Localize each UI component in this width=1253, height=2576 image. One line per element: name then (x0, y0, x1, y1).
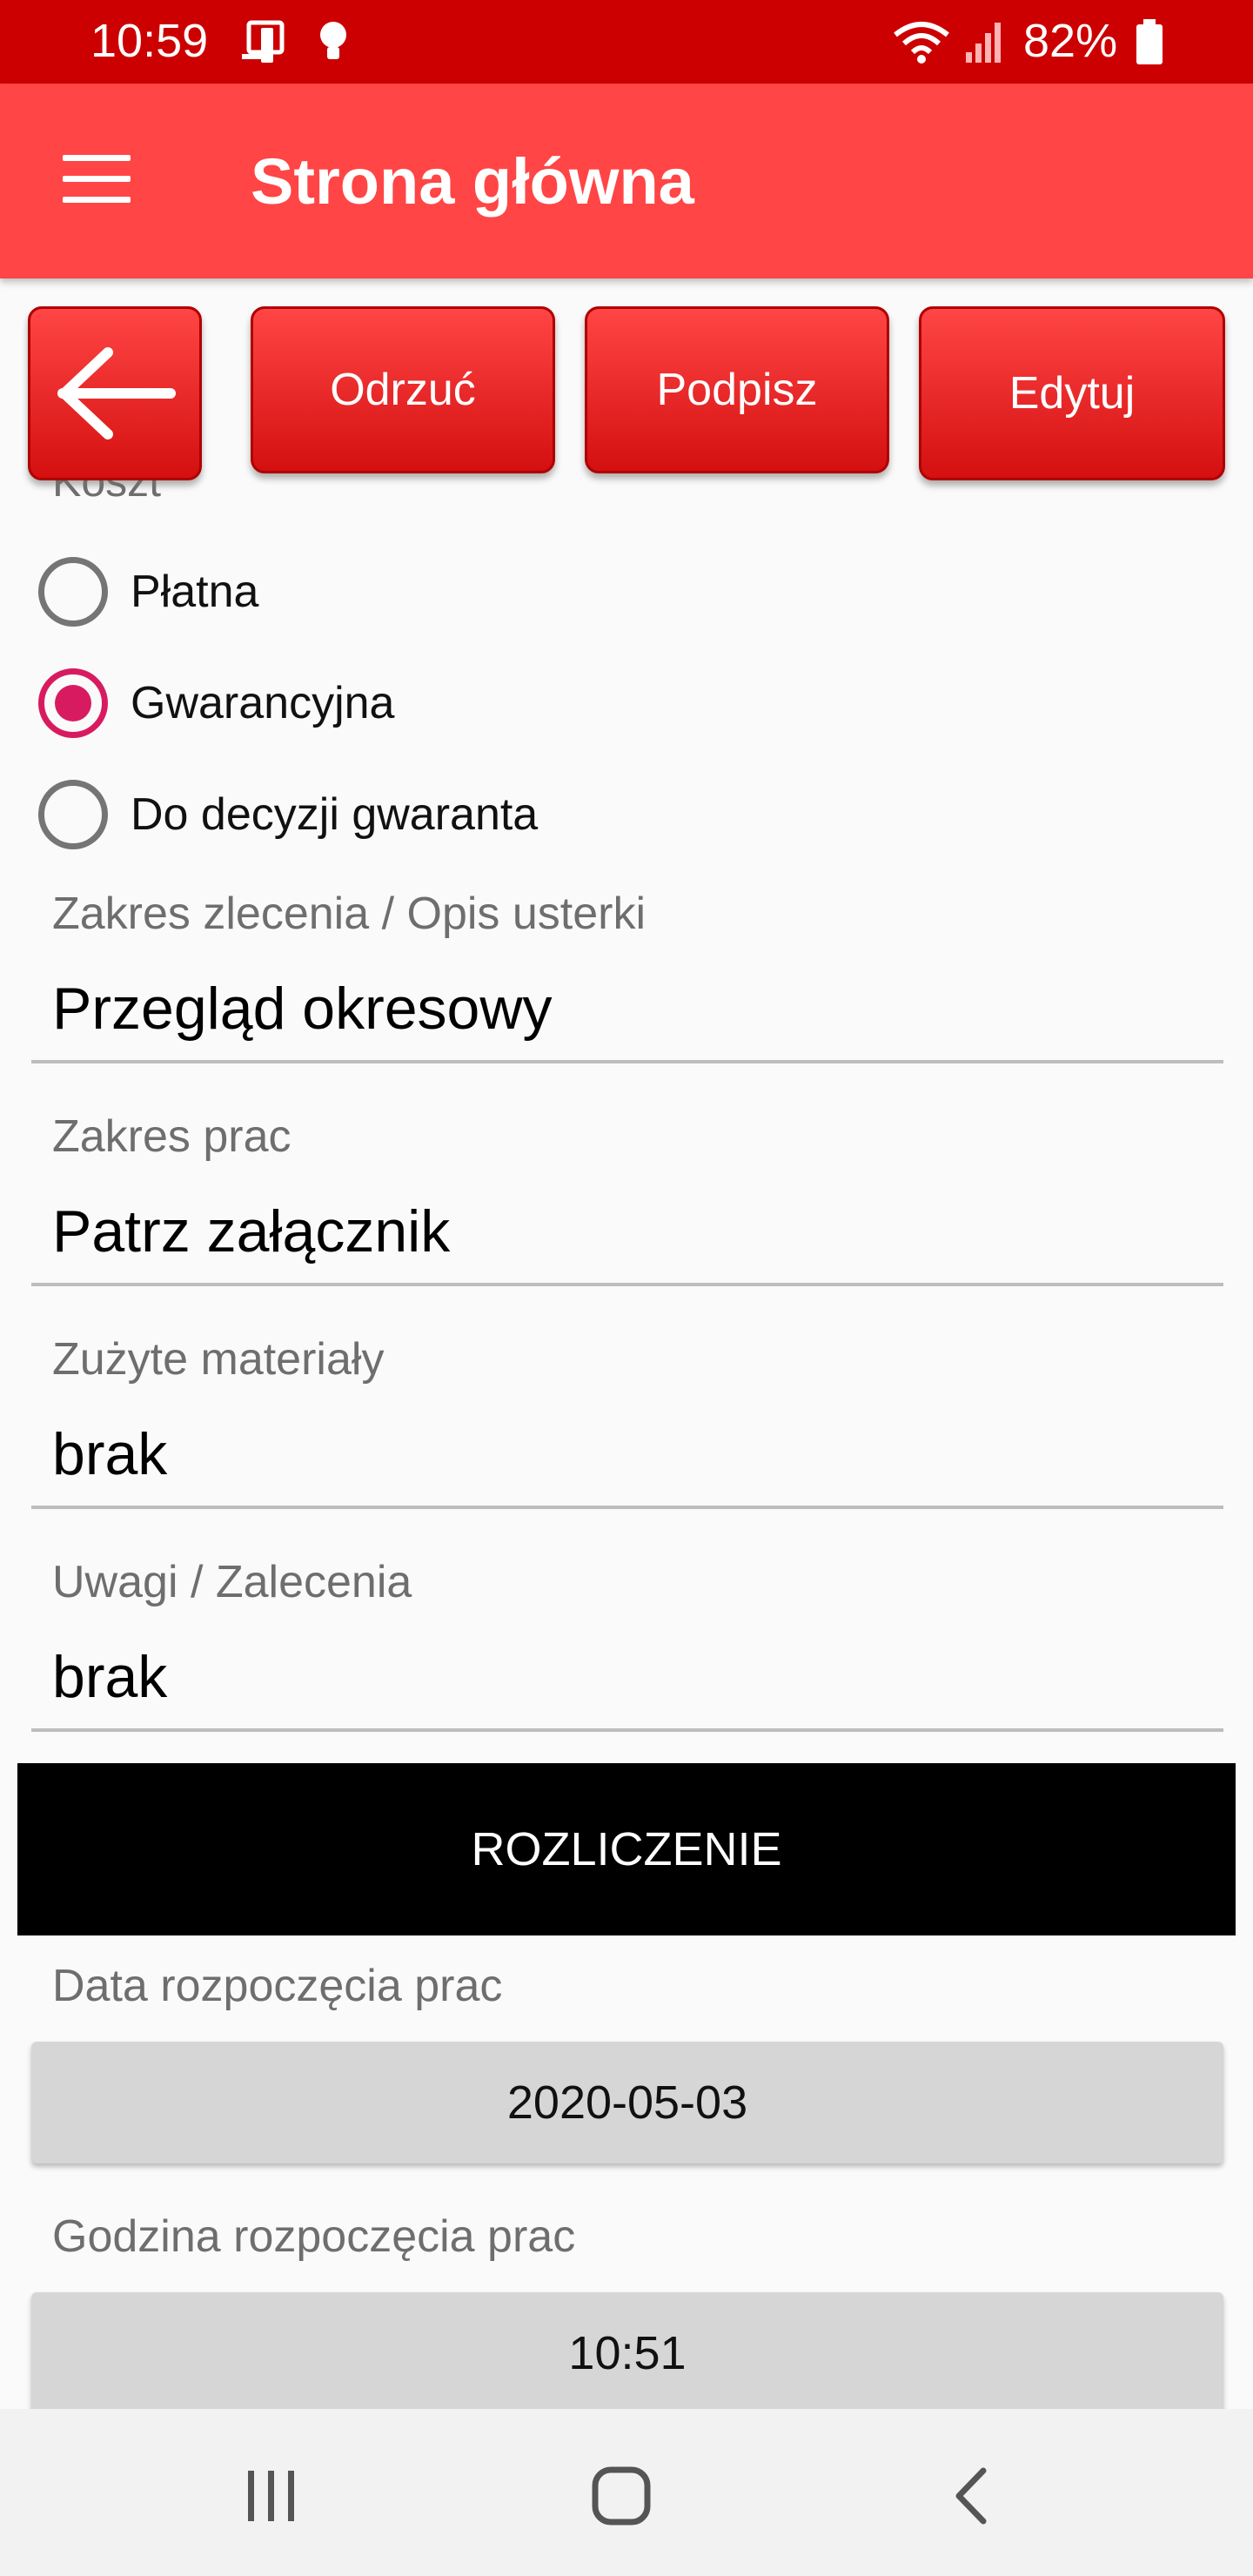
page-title: Strona główna (251, 145, 694, 218)
radio-option-warranty[interactable]: Gwarancyjna (38, 661, 394, 745)
radio-option-paid[interactable]: Płatna (38, 550, 258, 634)
arrow-left-icon (57, 347, 176, 439)
field-underline (31, 1060, 1223, 1063)
settlement-section-header: ROZLICZENIE (17, 1763, 1236, 1935)
field-label: Zakres zlecenia / Opis usterki (52, 889, 647, 939)
field-underline (31, 1506, 1223, 1509)
home-icon[interactable] (569, 2444, 673, 2548)
radio-label: Do decyzji gwaranta (131, 789, 539, 840)
remarks-field[interactable]: Uwagi / Zalecenia brak (31, 1556, 1223, 1732)
field-label: Uwagi / Zalecenia (52, 1557, 412, 1607)
radio-label: Płatna (131, 567, 259, 617)
back-chevron-icon[interactable] (919, 2444, 1023, 2548)
wifi-icon (894, 22, 949, 64)
radio-button[interactable] (38, 557, 108, 627)
start-time-picker[interactable]: 10:51 (31, 2292, 1223, 2414)
navigation-bar (0, 2409, 1253, 2576)
app-bar: Strona główna (0, 84, 1253, 278)
radio-label: Gwarancyjna (131, 678, 395, 728)
start-date-picker[interactable]: 2020-05-03 (31, 2042, 1223, 2163)
radio-button-checked[interactable] (38, 668, 108, 738)
recent-apps-icon[interactable] (219, 2444, 324, 2548)
field-label: Zużyte materiały (52, 1334, 385, 1385)
back-button[interactable] (28, 306, 202, 480)
edit-button[interactable]: Edytuj (919, 306, 1225, 480)
field-value[interactable]: Patrz załącznik (52, 1197, 450, 1265)
field-underline (31, 1728, 1223, 1732)
battery-icon (1136, 19, 1163, 64)
battery-percentage: 82% (1023, 15, 1118, 67)
status-bar: 10:59 82% (0, 0, 1253, 84)
field-label: Zakres prac (52, 1111, 291, 1162)
phone-notification-icon (242, 20, 285, 63)
field-value[interactable]: brak (52, 1643, 167, 1711)
work-scope-field[interactable]: Zakres prac Patrz załącznik (31, 1110, 1223, 1286)
cost-label: Koszt (52, 480, 162, 506)
start-time-label: Godzina rozpoczęcia prac (52, 2211, 576, 2262)
start-date-label: Data rozpoczęcia prac (52, 1961, 503, 2011)
field-value[interactable]: Przegląd okresowy (52, 975, 552, 1043)
hamburger-menu-icon[interactable] (52, 144, 143, 218)
order-scope-field[interactable]: Zakres zlecenia / Opis usterki Przegląd … (31, 888, 1223, 1063)
used-materials-field[interactable]: Zużyte materiały brak (31, 1333, 1223, 1509)
radio-option-guarantor-decision[interactable]: Do decyzji gwaranta (38, 773, 538, 856)
field-underline (31, 1283, 1223, 1286)
radio-button[interactable] (38, 780, 108, 849)
status-time: 10:59 (90, 15, 209, 67)
reject-button[interactable]: Odrzuć (251, 306, 555, 473)
signal-icon (966, 23, 1001, 63)
sign-button[interactable]: Podpisz (585, 306, 889, 473)
field-value[interactable]: brak (52, 1420, 167, 1488)
bulb-icon (320, 22, 346, 59)
